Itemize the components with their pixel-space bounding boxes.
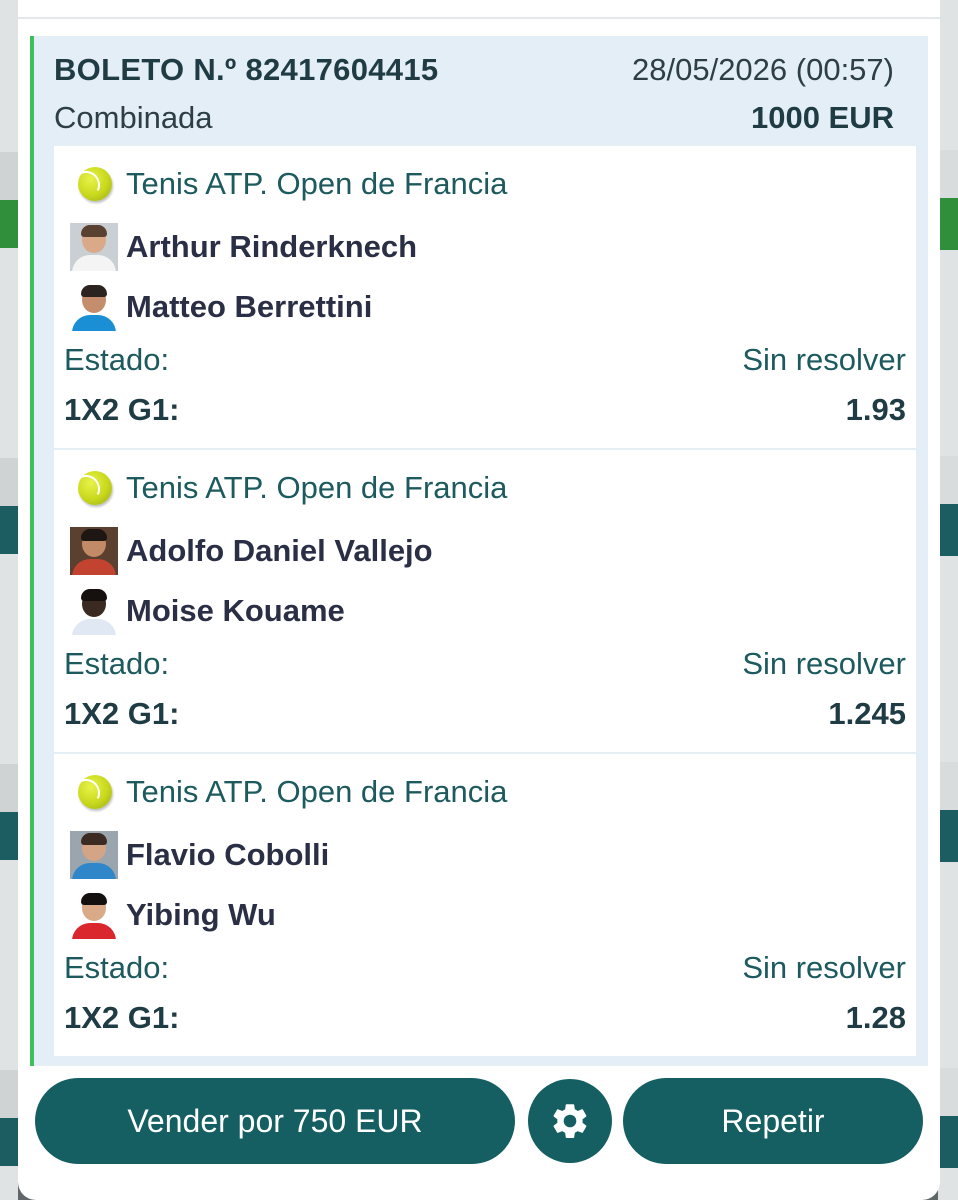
tennis-ball-icon [78,167,112,201]
market-label: 1X2 G1: [64,392,180,427]
background-block [940,810,958,862]
background-block [0,1118,18,1166]
player-name: Arthur Rinderknech [126,229,418,264]
background-page-right [938,0,958,1200]
background-block [940,1068,958,1120]
league-row: Tenis ATP. Open de Francia [78,164,507,204]
status-row: Estado: Sin resolver [64,646,906,686]
background-block [940,762,958,814]
player-avatar [70,223,118,271]
market-label: 1X2 G1: [64,1000,180,1035]
background-block [0,506,18,554]
odds-value: 1.93 [845,392,906,427]
player-row: Flavio Cobolli [70,830,329,880]
status-label: Estado: [64,950,170,985]
status-label: Estado: [64,646,170,681]
player-name: Adolfo Daniel Vallejo [126,533,433,568]
background-block [940,1116,958,1168]
status-label: Estado: [64,342,170,377]
player-name: Yibing Wu [126,897,276,932]
bet-ticket-card: BOLETO N.º 82417604415 28/05/2026 (00:57… [30,36,928,1066]
market-label: 1X2 G1: [64,696,180,731]
market-row: 1X2 G1: 1.245 [64,696,906,736]
ticket-datetime: 28/05/2026 (00:57) [632,52,894,87]
player-avatar [70,831,118,879]
gear-icon [553,1104,587,1138]
background-block [940,198,958,250]
player-row: Matteo Berrettini [70,282,372,332]
player-name: Moise Kouame [126,593,345,628]
tennis-ball-icon [78,775,112,809]
background-page-left [0,0,18,1200]
player-avatar [70,587,118,635]
market-row: 1X2 G1: 1.28 [64,1000,906,1040]
status-value: Sin resolver [742,950,906,985]
league-name: Tenis ATP. Open de Francia [126,166,508,201]
background-block [940,456,958,508]
status-value: Sin resolver [742,646,906,681]
background-block [0,152,18,200]
player-avatar [70,283,118,331]
status-row: Estado: Sin resolver [64,950,906,990]
selection-item: Tenis ATP. Open de Francia Adolfo Daniel… [54,450,916,752]
repeat-button[interactable]: Repetir [623,1078,923,1164]
odds-value: 1.245 [828,696,906,731]
ticket-amount: 1000 EUR [750,100,894,135]
background-block [940,504,958,556]
background-block [0,1070,18,1118]
league-name: Tenis ATP. Open de Francia [126,774,508,809]
bet-ticket-modal: BOLETO N.º 82417604415 28/05/2026 (00:57… [18,0,940,1200]
divider [18,17,940,19]
background-block [0,458,18,506]
background-block [0,200,18,248]
selection-item: Tenis ATP. Open de Francia Arthur Rinder… [54,146,916,448]
status-value: Sin resolver [742,342,906,377]
selection-item: Tenis ATP. Open de Francia Flavio Coboll… [54,754,916,1056]
player-row: Moise Kouame [70,586,345,636]
ticket-type: Combinada [54,100,213,135]
player-row: Yibing Wu [70,890,276,940]
settings-button[interactable] [528,1079,612,1163]
player-row: Adolfo Daniel Vallejo [70,526,433,576]
tennis-ball-icon [78,471,112,505]
player-name: Matteo Berrettini [126,289,373,324]
background-block [0,812,18,860]
league-row: Tenis ATP. Open de Francia [78,468,507,508]
background-block [0,764,18,812]
ticket-number: BOLETO N.º 82417604415 [54,52,439,87]
player-avatar [70,891,118,939]
player-row: Arthur Rinderknech [70,222,417,272]
league-name: Tenis ATP. Open de Francia [126,470,508,505]
league-row: Tenis ATP. Open de Francia [78,772,507,812]
sell-button[interactable]: Vender por 750 EUR [35,1078,515,1164]
background-block [940,150,958,202]
player-avatar [70,527,118,575]
player-name: Flavio Cobolli [126,837,330,872]
odds-value: 1.28 [845,1000,906,1035]
market-row: 1X2 G1: 1.93 [64,392,906,432]
status-row: Estado: Sin resolver [64,342,906,382]
